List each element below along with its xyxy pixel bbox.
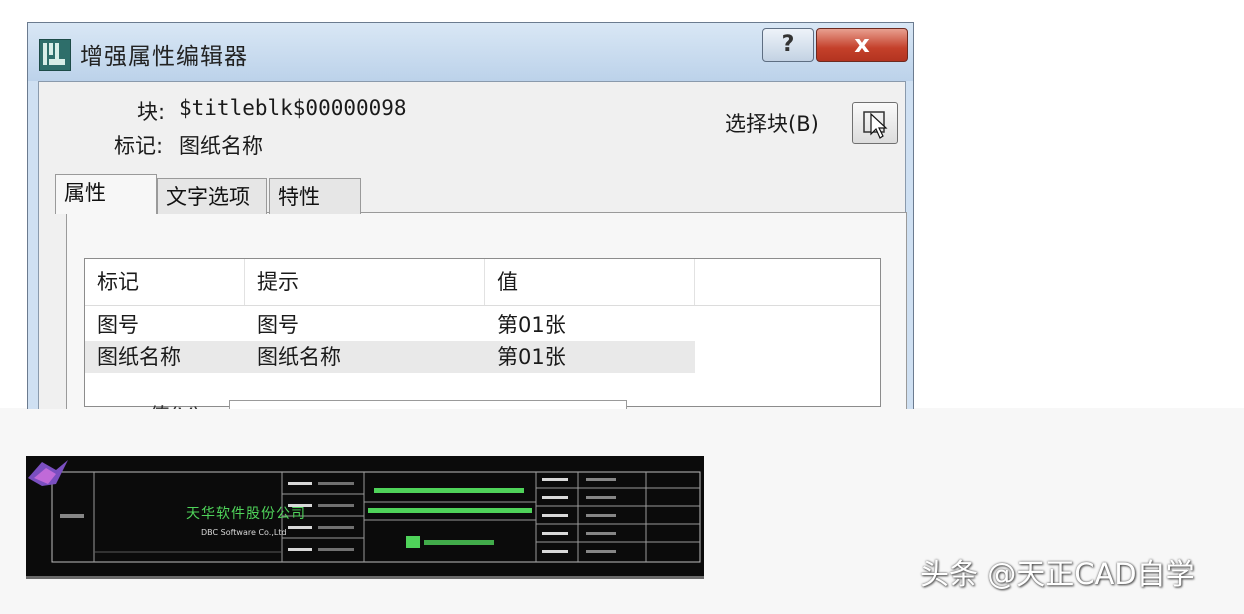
title-bar[interactable]: 增强属性编辑器 ? x (28, 23, 913, 81)
pick-cursor-icon (863, 111, 888, 139)
block-label: 块: (137, 100, 166, 124)
row-value: 第01张 (497, 345, 566, 369)
close-button[interactable]: x (816, 28, 908, 62)
select-block-label: 选择块(B) (725, 112, 819, 136)
company-name-en: DBC Software Co.,Ltd (201, 528, 287, 537)
select-block-button[interactable] (852, 102, 898, 144)
window-title: 增强属性编辑器 (80, 44, 248, 70)
column-header-value[interactable]: 值 (485, 259, 695, 305)
table-row-selected[interactable]: 图纸名称 图纸名称 第01张 (85, 341, 695, 373)
company-logo-icon (28, 460, 68, 486)
enhanced-attribute-editor-dialog: 增强属性编辑器 ? x 块: $titleblk$00000098 标记: 图纸… (27, 22, 914, 409)
tab-text-options[interactable]: 文字选项 (157, 178, 267, 214)
app-icon (39, 39, 71, 71)
tag-value: 图纸名称 (179, 134, 263, 158)
attribute-list[interactable]: 标记 提示 值 图号 图号 第01张 图纸名称 图纸名称 第01张 (84, 258, 881, 407)
row-prompt: 图号 (257, 313, 299, 337)
watermark-text: 头条 @天正CAD自学 (920, 557, 1195, 591)
help-button[interactable]: ? (762, 28, 814, 62)
row-tag: 图号 (97, 313, 139, 337)
tab-attributes[interactable]: 属性 (55, 174, 157, 214)
row-value: 第01张 (497, 313, 566, 337)
tag-label: 标记: (114, 134, 164, 158)
dialog-body: 块: $titleblk$00000098 标记: 图纸名称 选择块(B) 属性… (38, 81, 907, 409)
row-prompt: 图纸名称 (257, 345, 341, 369)
block-name-value: $titleblk$00000098 (179, 96, 407, 120)
tab-properties[interactable]: 特性 (269, 178, 361, 214)
table-row[interactable]: 图号 图号 第01张 (85, 309, 695, 341)
row-tag: 图纸名称 (97, 345, 181, 369)
company-name-cn: 天华软件股份公司 (186, 506, 306, 522)
value-input[interactable] (229, 400, 627, 409)
title-block-lines (51, 471, 701, 563)
column-header-prompt[interactable]: 提示 (245, 259, 485, 305)
cad-title-block-image: 天华软件股份公司 DBC Software Co.,Ltd (26, 456, 704, 579)
column-header-tag[interactable]: 标记 (85, 259, 245, 305)
value-field-label: 值(V): (149, 400, 208, 409)
